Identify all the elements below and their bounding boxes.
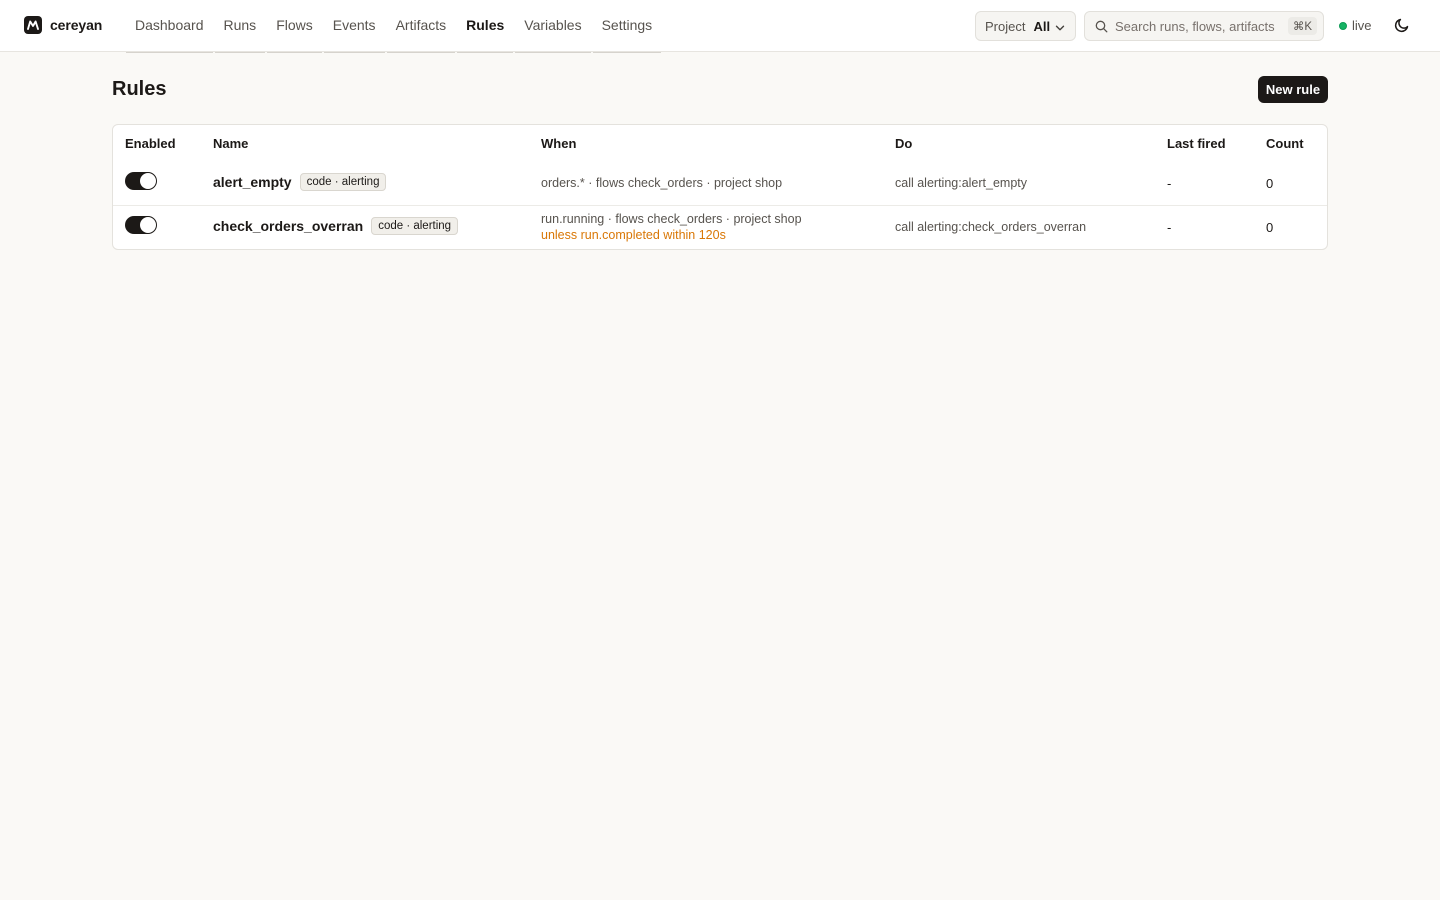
moon-icon	[1394, 17, 1410, 36]
project-select[interactable]: Project All	[975, 11, 1076, 41]
page-title: Rules	[112, 78, 167, 100]
cereyan-logo-icon	[24, 16, 42, 34]
nav-events[interactable]: Events	[323, 0, 386, 53]
row-divider	[113, 205, 1327, 206]
nav-variables[interactable]: Variables	[514, 0, 591, 53]
rules-table: Enabled Name When Do Last fired Count al…	[112, 124, 1328, 250]
rule-count: 0	[1266, 176, 1274, 191]
nav-flows[interactable]: Flows	[266, 0, 323, 53]
main-nav: Dashboard Runs Flows Events Artifacts Ru…	[125, 0, 663, 53]
column-header-do: Do	[895, 136, 913, 151]
rule-name-link[interactable]: alert_empty	[213, 174, 292, 190]
rule-do-action: call alerting:alert_empty	[895, 176, 1028, 190]
brand-name: cereyan	[50, 17, 103, 33]
column-header-name: Name	[213, 136, 249, 151]
nav-artifacts[interactable]: Artifacts	[386, 0, 457, 53]
table-row-name-cell: check_orders_overran code · alerting	[213, 217, 459, 235]
column-header-when: When	[541, 136, 577, 151]
search-input[interactable]	[1115, 18, 1285, 34]
chevron-down-icon	[1055, 21, 1065, 36]
top-bar: cereyan Dashboard Runs Flows Events Arti…	[0, 0, 1440, 53]
live-status-label: live	[1352, 18, 1372, 33]
rule-source-badge: code · alerting	[371, 217, 459, 235]
nav-rules[interactable]: Rules	[456, 0, 514, 53]
rule-when-unless-condition: unless run.completed within 120s	[541, 228, 726, 242]
theme-toggle-button[interactable]	[1390, 14, 1414, 38]
global-search: ⌘K	[1084, 11, 1324, 41]
rule-last-fired: -	[1167, 176, 1172, 191]
table-row-name-cell: alert_empty code · alerting	[213, 173, 387, 191]
rule-source-badge: code · alerting	[299, 173, 387, 191]
brand[interactable]: cereyan	[24, 16, 102, 34]
rule-when-condition: run.running · flows check_orders · proje…	[541, 212, 802, 226]
live-dot-icon	[1339, 21, 1347, 30]
new-rule-button[interactable]: New rule	[1258, 76, 1328, 103]
nav-runs[interactable]: Runs	[214, 0, 267, 53]
column-header-last-fired: Last fired	[1167, 136, 1226, 151]
rule-do-action: call alerting:check_orders_overran	[895, 220, 1087, 234]
rule-enabled-toggle[interactable]	[125, 172, 157, 190]
search-shortcut-badge: ⌘K	[1287, 17, 1317, 35]
rule-when-condition: orders.* · flows check_orders · project …	[541, 176, 783, 190]
rule-name-link[interactable]: check_orders_overran	[213, 218, 363, 234]
live-status: live	[1339, 18, 1372, 33]
rule-count: 0	[1266, 220, 1274, 235]
project-select-value: All	[1033, 18, 1051, 34]
project-select-label: Project	[985, 18, 1026, 34]
nav-settings[interactable]: Settings	[592, 0, 663, 53]
column-header-count: Count	[1266, 136, 1304, 151]
rule-enabled-toggle[interactable]	[125, 216, 157, 234]
search-icon	[1095, 20, 1108, 36]
rule-last-fired: -	[1167, 220, 1172, 235]
nav-dashboard[interactable]: Dashboard	[125, 0, 214, 53]
column-header-enabled: Enabled	[125, 136, 176, 151]
